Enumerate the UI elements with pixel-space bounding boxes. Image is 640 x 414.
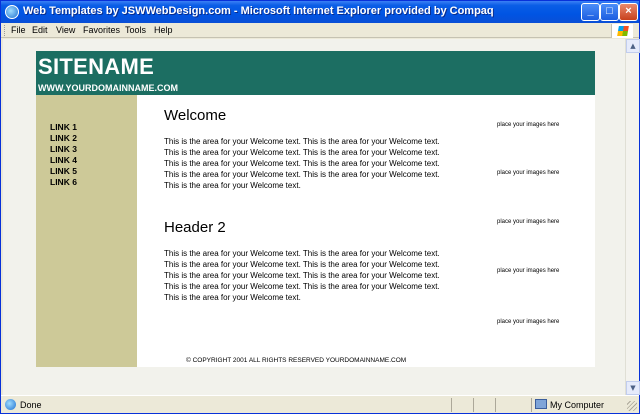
done-icon: [5, 399, 16, 410]
browser-window: Web Templates by JSWWebDesign.com - Micr…: [0, 0, 640, 414]
windows-logo-icon: [611, 24, 633, 38]
image-placeholder: place your images here: [497, 319, 560, 325]
nav-link-6[interactable]: LINK 6: [50, 177, 77, 187]
section-text: This is the area for your Welcome text. …: [164, 249, 440, 302]
menu-tools[interactable]: Tools: [125, 25, 146, 35]
status-bar: Done My Computer: [1, 395, 639, 413]
page-viewport[interactable]: SITENAME WWW.YOURDOMAINNAME.COM LINK 1 L…: [3, 39, 625, 395]
status-divider: [495, 398, 496, 412]
resize-grip-icon[interactable]: [627, 401, 637, 411]
status-divider: [473, 398, 474, 412]
status-divider: [531, 398, 532, 412]
nav-link-2[interactable]: LINK 2: [50, 133, 77, 143]
image-placeholder: place your images here: [497, 268, 560, 274]
title-bar[interactable]: Web Templates by JSWWebDesign.com - Micr…: [1, 1, 639, 23]
nav-link-3[interactable]: LINK 3: [50, 144, 77, 154]
scroll-up-icon[interactable]: ▲: [626, 39, 640, 53]
web-page: SITENAME WWW.YOURDOMAINNAME.COM LINK 1 L…: [36, 51, 595, 367]
header2-section: Header 2 This is the area for your Welco…: [164, 219, 456, 303]
window-title: Web Templates by JSWWebDesign.com - Micr…: [23, 5, 494, 17]
scroll-down-icon[interactable]: ▼: [626, 381, 640, 395]
page-footer: © COPYRIGHT 2001 ALL RIGHTS RESERVED YOU…: [186, 357, 407, 364]
close-button[interactable]: ×: [619, 3, 638, 21]
sidebar-nav: LINK 1 LINK 2 LINK 3 LINK 4 LINK 5 LINK …: [36, 95, 137, 367]
site-name: SITENAME: [38, 54, 155, 79]
menu-file[interactable]: File: [11, 25, 26, 35]
minimize-button[interactable]: _: [581, 3, 600, 21]
section-heading: Welcome: [164, 107, 227, 124]
menu-favorites[interactable]: Favorites: [83, 25, 120, 35]
menu-bar: File Edit View Favorites Tools Help: [1, 23, 639, 38]
site-header: SITENAME WWW.YOURDOMAINNAME.COM: [36, 51, 595, 95]
nav-link-5[interactable]: LINK 5: [50, 166, 77, 176]
my-computer-icon: [535, 399, 547, 409]
status-text: Done: [20, 400, 42, 410]
vertical-scrollbar[interactable]: ▲ ▼: [625, 39, 640, 395]
nav-link-4[interactable]: LINK 4: [50, 155, 77, 165]
nav-link-1[interactable]: LINK 1: [50, 122, 77, 132]
ie-icon: [5, 5, 19, 19]
welcome-section: Welcome This is the area for your Welcom…: [164, 107, 456, 191]
status-divider: [451, 398, 452, 412]
image-placeholder: place your images here: [497, 122, 560, 128]
section-text: This is the area for your Welcome text. …: [164, 137, 440, 190]
section-heading: Header 2: [164, 219, 226, 236]
menu-grip-icon: [4, 25, 7, 36]
menu-view[interactable]: View: [56, 25, 75, 35]
security-zone: My Computer: [550, 400, 605, 410]
maximize-button[interactable]: □: [600, 3, 619, 21]
menu-help[interactable]: Help: [154, 25, 173, 35]
image-placeholder: place your images here: [497, 219, 560, 225]
image-placeholder: place your images here: [497, 170, 560, 176]
site-domain: WWW.YOURDOMAINNAME.COM: [38, 83, 178, 93]
menu-edit[interactable]: Edit: [32, 25, 48, 35]
